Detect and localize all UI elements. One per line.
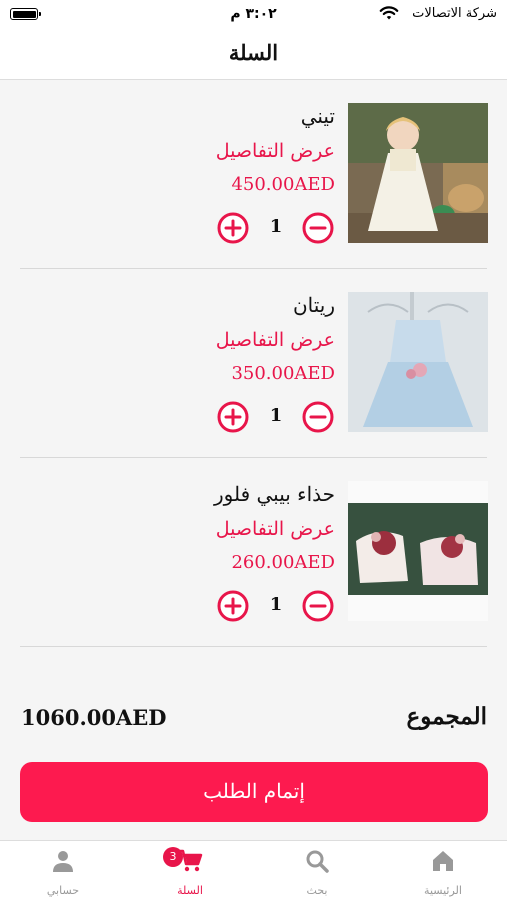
cart-item: حذاء بيبي فلور عرض التفاصيل 260.00AED 1 bbox=[0, 458, 507, 647]
carrier-name: شركة الاتصالات bbox=[412, 6, 497, 21]
product-image[interactable] bbox=[348, 481, 488, 621]
product-name: تيني bbox=[300, 104, 335, 128]
view-details-link[interactable]: عرض التفاصيل bbox=[216, 518, 335, 540]
tab-label: السلة bbox=[177, 884, 203, 897]
total-value: 1060.00AED bbox=[21, 705, 167, 730]
product-price: 260.00AED bbox=[231, 552, 335, 573]
tab-cart[interactable]: السلة bbox=[127, 841, 253, 900]
wifi-icon bbox=[379, 6, 399, 20]
product-image[interactable] bbox=[348, 103, 488, 243]
product-photo-icon bbox=[348, 481, 488, 621]
minus-circle-icon bbox=[302, 212, 334, 244]
cart-list: تيني عرض التفاصيل 450.00AED 1 ريتان عرض … bbox=[0, 80, 507, 647]
product-price: 350.00AED bbox=[231, 363, 335, 384]
person-icon bbox=[50, 848, 76, 874]
quantity-value: 1 bbox=[269, 216, 283, 237]
product-name: حذاء بيبي فلور bbox=[213, 482, 335, 506]
item-divider bbox=[20, 646, 487, 647]
decrease-quantity-button[interactable] bbox=[302, 401, 334, 433]
tab-bar: الرئيسية بحث السلة 3 حسابي bbox=[0, 840, 507, 900]
status-bar: ٣:٠٢ م شركة الاتصالات bbox=[0, 0, 507, 30]
tab-home[interactable]: الرئيسية bbox=[380, 841, 506, 900]
home-icon bbox=[430, 848, 456, 874]
decrease-quantity-button[interactable] bbox=[302, 590, 334, 622]
cart-badge: 3 bbox=[163, 847, 183, 867]
tab-search[interactable]: بحث bbox=[254, 841, 380, 900]
decrease-quantity-button[interactable] bbox=[302, 212, 334, 244]
product-name: ريتان bbox=[292, 293, 335, 317]
tab-account[interactable]: حسابي bbox=[0, 841, 126, 900]
quantity-value: 1 bbox=[269, 405, 283, 426]
increase-quantity-button[interactable] bbox=[217, 590, 249, 622]
checkout-button[interactable]: إتمام الطلب bbox=[20, 762, 488, 822]
plus-circle-icon bbox=[217, 590, 249, 622]
tab-label: الرئيسية bbox=[424, 884, 462, 897]
minus-circle-icon bbox=[302, 590, 334, 622]
product-photo-icon bbox=[348, 292, 488, 432]
minus-circle-icon bbox=[302, 401, 334, 433]
tab-label: بحث bbox=[306, 884, 328, 897]
plus-circle-icon bbox=[217, 401, 249, 433]
product-photo-icon bbox=[348, 103, 488, 243]
cart-item: ريتان عرض التفاصيل 350.00AED 1 bbox=[0, 269, 507, 458]
increase-quantity-button[interactable] bbox=[217, 401, 249, 433]
view-details-link[interactable]: عرض التفاصيل bbox=[216, 329, 335, 351]
product-price: 450.00AED bbox=[231, 174, 335, 195]
cart-item: تيني عرض التفاصيل 450.00AED 1 bbox=[0, 80, 507, 269]
search-icon bbox=[304, 848, 330, 874]
page-title: السلة bbox=[0, 30, 507, 80]
product-image[interactable] bbox=[348, 292, 488, 432]
quantity-value: 1 bbox=[269, 594, 283, 615]
total-label: المجموع bbox=[406, 703, 487, 730]
view-details-link[interactable]: عرض التفاصيل bbox=[216, 140, 335, 162]
increase-quantity-button[interactable] bbox=[217, 212, 249, 244]
tab-label: حسابي bbox=[46, 884, 80, 897]
plus-circle-icon bbox=[217, 212, 249, 244]
